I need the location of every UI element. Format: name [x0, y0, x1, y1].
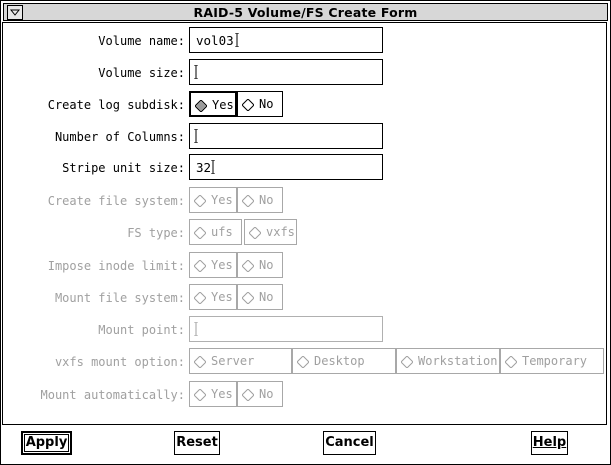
row-vxfs-mount-option: vxfs mount option: Server Desktop Workst…: [3, 348, 608, 376]
radio-diamond-icon: [194, 260, 206, 272]
radio-diamond-icon: [194, 227, 206, 239]
mount-file-system-yes-label: Yes: [211, 290, 233, 304]
volume-name-field[interactable]: vol03: [189, 27, 383, 53]
fs-type-vxfs-option[interactable]: vxfs: [244, 219, 297, 245]
create-log-subdisk-no-label: No: [259, 97, 274, 111]
row-mount-file-system: Mount file system: Yes No: [3, 284, 608, 312]
help-button[interactable]: Help: [531, 431, 568, 455]
vxfs-mount-option-temporary[interactable]: Temporary: [500, 348, 604, 374]
stripe-unit-size-label: Stripe unit size:: [62, 161, 185, 175]
mount-file-system-no-label: No: [259, 290, 274, 304]
reset-button[interactable]: Reset: [174, 431, 220, 455]
radio-diamond-icon: [242, 389, 254, 401]
radio-diamond-icon: [249, 227, 261, 239]
number-of-columns-field[interactable]: [189, 123, 383, 149]
mount-file-system-yes-option[interactable]: Yes: [189, 284, 237, 310]
button-bar: Apply Reset Cancel Help: [2, 428, 607, 461]
vxfs-mount-option-desktop-label: Desktop: [314, 354, 365, 368]
vxfs-mount-option-label: vxfs mount option:: [54, 355, 185, 369]
create-log-subdisk-label: Create log subdisk:: [47, 98, 185, 112]
title-bar: RAID-5 Volume/FS Create Form: [3, 3, 608, 21]
mount-automatically-label: Mount automatically:: [40, 388, 186, 402]
row-create-log-subdisk: Create log subdisk: Yes No: [3, 91, 608, 119]
radio-diamond-icon: [401, 356, 413, 368]
number-of-columns-label: Number of Columns:: [54, 130, 185, 144]
volume-name-label: Volume name:: [98, 34, 185, 48]
apply-button[interactable]: Apply: [21, 431, 72, 455]
mount-point-field[interactable]: [189, 316, 383, 342]
volume-name-value: vol03: [196, 33, 234, 48]
impose-inode-limit-no-option[interactable]: No: [237, 252, 283, 278]
row-volume-name: Volume name: vol03: [3, 27, 608, 55]
radio-diamond-icon: [242, 292, 254, 304]
fs-type-ufs-label: ufs: [211, 225, 233, 239]
create-file-system-yes-option[interactable]: Yes: [189, 187, 237, 213]
volume-size-field[interactable]: [189, 59, 383, 85]
radio-diamond-icon: [242, 99, 254, 111]
mount-automatically-no-label: No: [259, 387, 274, 401]
row-create-file-system: Create file system: Yes No: [3, 187, 608, 215]
row-mount-automatically: Mount automatically: Yes No: [3, 381, 608, 409]
stripe-unit-size-value: 32: [196, 160, 212, 175]
volume-size-label: Volume size:: [98, 66, 185, 80]
text-cursor-icon: [194, 65, 198, 79]
row-impose-inode-limit: Impose inode limit: Yes No: [3, 252, 608, 280]
help-button-label: Help: [532, 435, 567, 450]
create-file-system-label: Create file system:: [47, 194, 185, 208]
radio-diamond-icon: [505, 356, 517, 368]
create-file-system-yes-label: Yes: [211, 193, 233, 207]
vxfs-mount-option-server[interactable]: Server: [189, 348, 292, 374]
row-mount-point: Mount point:: [3, 316, 608, 344]
radio-diamond-icon: [194, 195, 206, 207]
impose-inode-limit-no-label: No: [259, 258, 274, 272]
fs-type-label: FS type:: [127, 226, 185, 240]
impose-inode-limit-label: Impose inode limit:: [47, 259, 185, 273]
fs-type-vxfs-label: vxfs: [266, 225, 295, 239]
vxfs-mount-option-workstation-label: Workstation: [418, 354, 498, 368]
create-log-subdisk-yes-label: Yes: [212, 98, 234, 112]
vxfs-mount-option-server-label: Server: [211, 354, 255, 368]
vxfs-mount-option-temporary-label: Temporary: [522, 354, 588, 368]
mount-automatically-yes-label: Yes: [211, 387, 233, 401]
mount-point-label: Mount point:: [98, 323, 185, 337]
fs-type-ufs-option[interactable]: ufs: [189, 219, 242, 245]
text-cursor-icon: [194, 129, 198, 143]
radio-diamond-icon: [194, 389, 206, 401]
mount-automatically-no-option[interactable]: No: [237, 381, 283, 407]
text-cursor-icon: [194, 322, 198, 336]
radio-diamond-selected-icon: [195, 100, 207, 112]
mount-file-system-label: Mount file system:: [54, 291, 185, 305]
row-number-of-columns: Number of Columns:: [3, 123, 608, 151]
create-log-subdisk-yes-option[interactable]: Yes: [189, 91, 237, 117]
mount-automatically-yes-option[interactable]: Yes: [189, 381, 237, 407]
vxfs-mount-option-desktop[interactable]: Desktop: [292, 348, 396, 374]
impose-inode-limit-yes-label: Yes: [211, 258, 233, 272]
radio-diamond-icon: [194, 292, 206, 304]
form-body: Volume name: vol03 Volume size: Create l…: [2, 22, 607, 425]
row-stripe-unit-size: Stripe unit size: 32: [3, 154, 608, 182]
mount-file-system-no-option[interactable]: No: [237, 284, 283, 310]
text-cursor-icon: [235, 33, 239, 47]
radio-diamond-icon: [242, 260, 254, 272]
impose-inode-limit-yes-option[interactable]: Yes: [189, 252, 237, 278]
create-file-system-no-label: No: [259, 193, 274, 207]
radio-diamond-icon: [297, 356, 309, 368]
text-cursor-icon: [211, 160, 215, 174]
vxfs-mount-option-workstation[interactable]: Workstation: [396, 348, 500, 374]
window-title: RAID-5 Volume/FS Create Form: [193, 5, 418, 20]
row-fs-type: FS type: ufs vxfs: [3, 219, 608, 247]
radio-diamond-icon: [194, 356, 206, 368]
cancel-button[interactable]: Cancel: [323, 431, 376, 455]
create-file-system-no-option[interactable]: No: [237, 187, 283, 213]
create-log-subdisk-no-option[interactable]: No: [237, 91, 283, 117]
row-volume-size: Volume size:: [3, 59, 608, 87]
radio-diamond-icon: [242, 195, 254, 207]
stripe-unit-size-field[interactable]: 32: [189, 154, 383, 180]
